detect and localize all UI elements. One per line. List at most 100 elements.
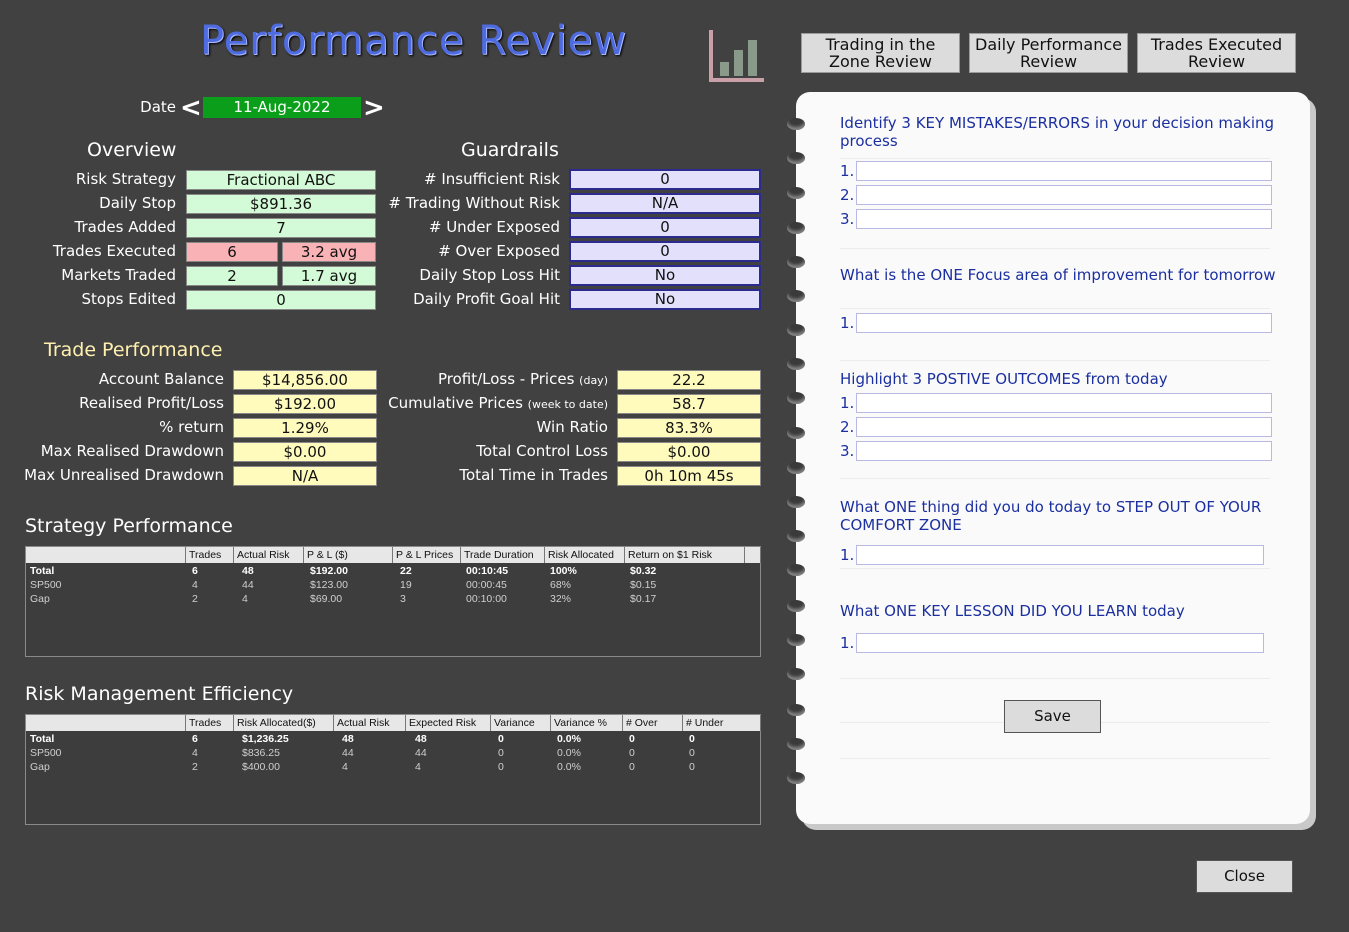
cell: 44	[415, 747, 427, 759]
trade-metric-value: $192.00	[233, 394, 377, 414]
column-header[interactable]	[26, 715, 186, 731]
column-header[interactable]: Trades	[186, 547, 234, 563]
column-header[interactable]	[26, 547, 186, 563]
column-header[interactable]: Variance	[491, 715, 551, 731]
cell: 0	[629, 733, 635, 745]
guardrail-label: # Insufficient Risk	[424, 170, 560, 188]
strategy-performance-table: Trades Actual Risk P & L ($) P & L Price…	[25, 546, 761, 657]
column-header[interactable]: Trades	[186, 715, 234, 731]
save-button[interactable]: Save	[1004, 700, 1101, 733]
guardrail-value: 0	[569, 217, 761, 238]
trades-executed-review-button[interactable]: Trades Executed Review	[1137, 33, 1296, 73]
column-header[interactable]: Expected Risk	[406, 715, 491, 731]
trades-executed-value: 6	[186, 242, 278, 262]
guardrail-label: # Under Exposed	[428, 218, 560, 236]
positive-outcome-2-input[interactable]	[856, 417, 1272, 437]
column-header[interactable]: Actual Risk	[234, 547, 304, 563]
cell: 2	[192, 593, 198, 605]
column-header[interactable]: Variance %	[551, 715, 623, 731]
question-comfort-zone: What ONE thing did you do today to STEP …	[840, 498, 1262, 534]
column-header[interactable]: Risk Allocated($)	[234, 715, 334, 731]
binder-ring	[787, 530, 805, 542]
trade-metric-label: Cumulative Prices (week to date)	[388, 394, 608, 412]
next-date-button[interactable]: >	[363, 93, 385, 123]
cell: 0	[629, 747, 635, 759]
answer-number: 3.	[840, 442, 855, 460]
table-row[interactable]: Total 6 48 $192.00 22 00:10:45 100% $0.3…	[26, 564, 761, 578]
comfort-zone-input[interactable]	[856, 545, 1264, 565]
binder-ring	[787, 392, 805, 404]
mistake-1-input[interactable]	[856, 161, 1272, 181]
cell: 00:10:45	[466, 565, 509, 577]
trade-metric-value: $0.00	[617, 442, 761, 462]
answer-number: 1.	[840, 634, 855, 652]
cell: $400.00	[242, 761, 280, 773]
trade-metric-label: Max Realised Drawdown	[40, 442, 224, 460]
cell: 48	[415, 733, 427, 745]
mistake-3-input[interactable]	[856, 209, 1272, 229]
focus-area-input[interactable]	[856, 313, 1272, 333]
table-row[interactable]: SP500 4 44 $123.00 19 00:00:45 68% $0.15	[26, 578, 761, 592]
column-header[interactable]: Risk Allocated	[545, 547, 625, 563]
cell: 00:10:00	[466, 593, 507, 605]
column-header[interactable]: Return on $1 Risk	[625, 547, 745, 563]
date-field[interactable]: 11-Aug-2022	[203, 97, 361, 118]
column-header[interactable]: # Under	[683, 715, 761, 731]
question-focus-area: What is the ONE Focus area of improvemen…	[840, 266, 1276, 284]
trade-metric-value: 1.29%	[233, 418, 377, 438]
cell: Total	[30, 565, 55, 577]
answer-number: 1.	[840, 162, 855, 180]
cell: 6	[192, 565, 198, 577]
cell: 4	[342, 761, 348, 773]
column-header[interactable]: Trade Duration	[461, 547, 545, 563]
cell: 100%	[550, 565, 577, 577]
cell: 0.0%	[557, 761, 581, 773]
binder-ring	[787, 738, 805, 750]
trade-metric-label: Realised Profit/Loss	[79, 394, 224, 412]
binder-ring	[787, 634, 805, 646]
cell: 4	[192, 579, 198, 591]
trade-metric-label: Total Time in Trades	[459, 466, 608, 484]
daily-performance-review-button[interactable]: Daily Performance Review	[969, 33, 1128, 73]
answer-number: 3.	[840, 210, 855, 228]
positive-outcome-3-input[interactable]	[856, 441, 1272, 461]
question-key-lesson: What ONE KEY LESSON DID YOU LEARN today	[840, 602, 1185, 620]
column-header[interactable]: Actual Risk	[334, 715, 406, 731]
trade-metric-label: Total Control Loss	[476, 442, 608, 460]
cell: $836.25	[242, 747, 280, 759]
close-button[interactable]: Close	[1196, 860, 1293, 893]
table-row[interactable]: SP500 4 $836.25 44 44 0 0.0% 0 0	[26, 746, 761, 760]
trade-metric-label: Profit/Loss - Prices (day)	[437, 370, 608, 388]
positive-outcome-1-input[interactable]	[856, 393, 1272, 413]
column-header[interactable]: P & L ($)	[304, 547, 393, 563]
trade-metric-value: 22.2	[617, 370, 761, 390]
table-row[interactable]: Gap 2 4 $69.00 3 00:10:00 32% $0.17	[26, 592, 761, 606]
cell: 68%	[550, 579, 572, 591]
markets-traded-avg: 1.7 avg	[282, 266, 376, 286]
cell: Total	[30, 733, 55, 745]
cell: 22	[400, 565, 412, 577]
cell: 4	[415, 761, 421, 773]
trade-metric-value: $0.00	[233, 442, 377, 462]
table-row[interactable]: Total 6 $1,236.25 48 48 0 0.0% 0 0	[26, 732, 761, 746]
cell: 6	[192, 733, 198, 745]
cell: 0.0%	[557, 733, 581, 745]
table-row[interactable]: Gap 2 $400.00 4 4 0 0.0% 0 0	[26, 760, 761, 774]
cell: 0	[498, 747, 504, 759]
markets-traded-value: 2	[186, 266, 278, 286]
trade-metric-value: $14,856.00	[233, 370, 377, 390]
question-mistakes: Identify 3 KEY MISTAKES/ERRORS in your d…	[840, 114, 1275, 150]
guardrail-value: 0	[569, 241, 761, 262]
column-header[interactable]: P & L Prices	[393, 547, 461, 563]
bar-chart-icon[interactable]	[708, 28, 766, 84]
cell: 0	[689, 761, 695, 773]
prev-date-button[interactable]: <	[180, 93, 202, 123]
key-lesson-input[interactable]	[856, 633, 1264, 653]
trading-in-the-zone-review-button[interactable]: Trading in the Zone Review	[801, 33, 960, 73]
mistake-2-input[interactable]	[856, 185, 1272, 205]
column-header[interactable]: # Over	[623, 715, 683, 731]
binder-ring	[787, 152, 805, 164]
markets-traded-label: Markets Traded	[61, 266, 176, 284]
cell: 0	[498, 761, 504, 773]
overview-heading: Overview	[87, 139, 177, 161]
